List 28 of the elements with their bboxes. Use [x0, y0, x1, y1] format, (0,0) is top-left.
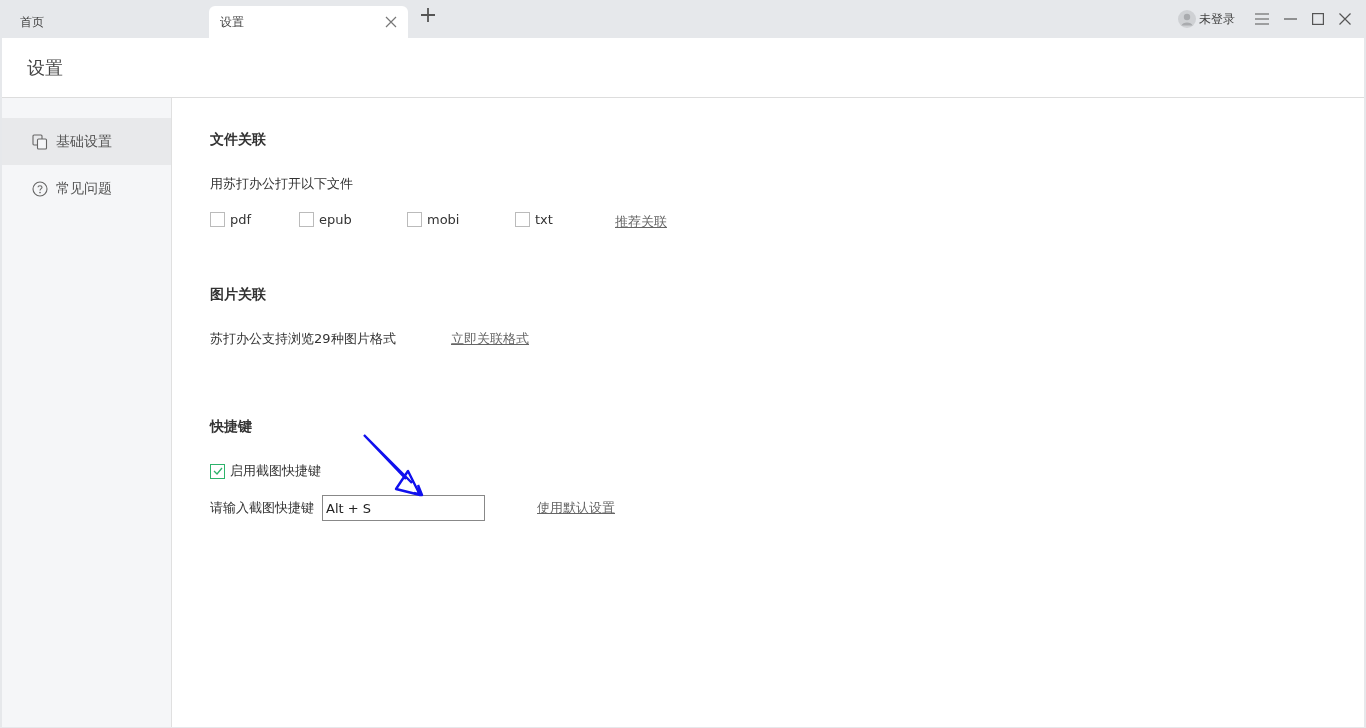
close-icon[interactable]: [1339, 13, 1351, 25]
close-icon[interactable]: [385, 16, 397, 28]
check-icon: [212, 467, 223, 475]
section-title: 图片关联: [210, 286, 267, 304]
file-type-checkbox[interactable]: epub: [299, 211, 407, 227]
field-label: 请输入截图快捷键: [210, 499, 314, 517]
recommend-link[interactable]: 推荐关联: [615, 213, 667, 231]
default-settings-link[interactable]: 使用默认设置: [537, 499, 615, 517]
login-status[interactable]: 未登录: [1199, 10, 1235, 28]
file-type-checkbox[interactable]: mobi: [407, 211, 515, 227]
shortcut-input[interactable]: Alt + S: [322, 495, 485, 521]
tab[interactable]: 设置: [209, 6, 408, 38]
help-icon: [32, 180, 48, 197]
add-tab-icon[interactable]: [420, 7, 436, 23]
tab[interactable]: 首页: [0, 6, 199, 38]
sidebar-item[interactable]: 基础设置: [2, 118, 171, 165]
enable-shortcut-checkbox[interactable]: 启用截图快捷键: [210, 462, 1364, 480]
sidebar-item[interactable]: 常见问题: [2, 165, 171, 212]
section-title: 文件关联: [210, 131, 267, 149]
file-type-checkbox[interactable]: pdf: [210, 211, 299, 227]
description-text: 用苏打办公打开以下文件: [210, 175, 354, 193]
section-title: 快捷键: [210, 418, 253, 436]
associate-link[interactable]: 立即关联格式: [451, 330, 529, 348]
maximize-icon[interactable]: [1312, 13, 1324, 25]
copy-icon: [32, 133, 48, 150]
description-text: 苏打办公支持浏览29种图片格式: [210, 330, 397, 348]
page-title: 设置: [27, 55, 63, 80]
annotation-arrow: [362, 433, 424, 497]
